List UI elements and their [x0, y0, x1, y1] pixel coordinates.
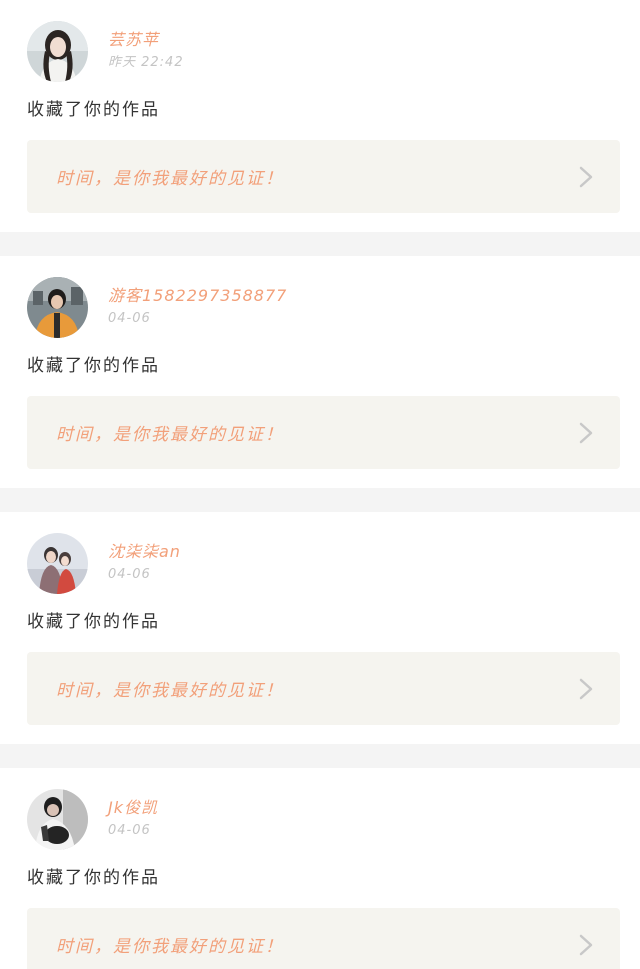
action-text: 收藏了你的作品 [27, 100, 160, 120]
chevron-right-icon [579, 166, 593, 187]
notification-card: 沈柒柒an 04-06 收藏了你的作品 时间，是你我最好的见证！ [0, 512, 640, 744]
work-title: 时间，是你我最好的见证！ [56, 681, 284, 701]
username[interactable]: Jk俊凯 [108, 797, 158, 819]
chevron-right-icon [579, 422, 593, 443]
chevron-right-icon [579, 678, 593, 699]
user-meta: 游客15822973588​77 04-06 [108, 276, 287, 338]
card-header: 芸苏苹 昨天 22:42 [27, 20, 184, 82]
action-text: 收藏了你的作品 [27, 612, 160, 632]
timestamp: 昨天 22:42 [108, 55, 184, 70]
user-avatar[interactable] [27, 788, 88, 850]
action-text: 收藏了你的作品 [27, 868, 160, 888]
notification-card: Jk俊凯 04-06 收藏了你的作品 时间，是你我最好的见证！ [0, 768, 640, 969]
work-title: 时间，是你我最好的见证！ [56, 937, 284, 957]
username[interactable]: 沈柒柒an [108, 541, 181, 563]
work-link[interactable]: 时间，是你我最好的见证！ [27, 652, 620, 725]
action-text: 收藏了你的作品 [27, 356, 160, 376]
user-avatar[interactable] [27, 276, 88, 338]
timestamp: 04-06 [108, 311, 151, 326]
notification-feed: 芸苏苹 昨天 22:42 收藏了你的作品 时间，是你我最好的见证！ 游客1582… [0, 0, 640, 969]
card-header: Jk俊凯 04-06 [27, 788, 158, 850]
avatar-portrait-boy-orange-icon [27, 276, 88, 338]
work-title: 时间，是你我最好的见证！ [56, 425, 284, 445]
avatar-portrait-dark-icon [27, 788, 88, 850]
work-link[interactable]: 时间，是你我最好的见证！ [27, 140, 620, 213]
work-title: 时间，是你我最好的见证！ [56, 169, 284, 189]
chevron-right-icon [579, 934, 593, 955]
username[interactable]: 芸苏苹 [108, 29, 184, 51]
user-meta: 芸苏苹 昨天 22:42 [108, 20, 184, 82]
user-meta: Jk俊凯 04-06 [108, 788, 158, 850]
user-meta: 沈柒柒an 04-06 [108, 532, 181, 594]
timestamp: 04-06 [108, 823, 151, 838]
work-link[interactable]: 时间，是你我最好的见证！ [27, 396, 620, 469]
notification-card: 游客15822973588​77 04-06 收藏了你的作品 时间，是你我最好的… [0, 256, 640, 488]
avatar-couple-photo-icon [27, 532, 88, 594]
card-header: 游客15822973588​77 04-06 [27, 276, 287, 338]
user-avatar[interactable] [27, 532, 88, 594]
user-avatar[interactable] [27, 20, 88, 82]
work-link[interactable]: 时间，是你我最好的见证！ [27, 908, 620, 969]
timestamp: 04-06 [108, 567, 151, 582]
avatar-portrait-girl-icon [27, 20, 88, 82]
card-header: 沈柒柒an 04-06 [27, 532, 181, 594]
username[interactable]: 游客15822973588​77 [108, 285, 287, 307]
notification-card: 芸苏苹 昨天 22:42 收藏了你的作品 时间，是你我最好的见证！ [0, 0, 640, 232]
